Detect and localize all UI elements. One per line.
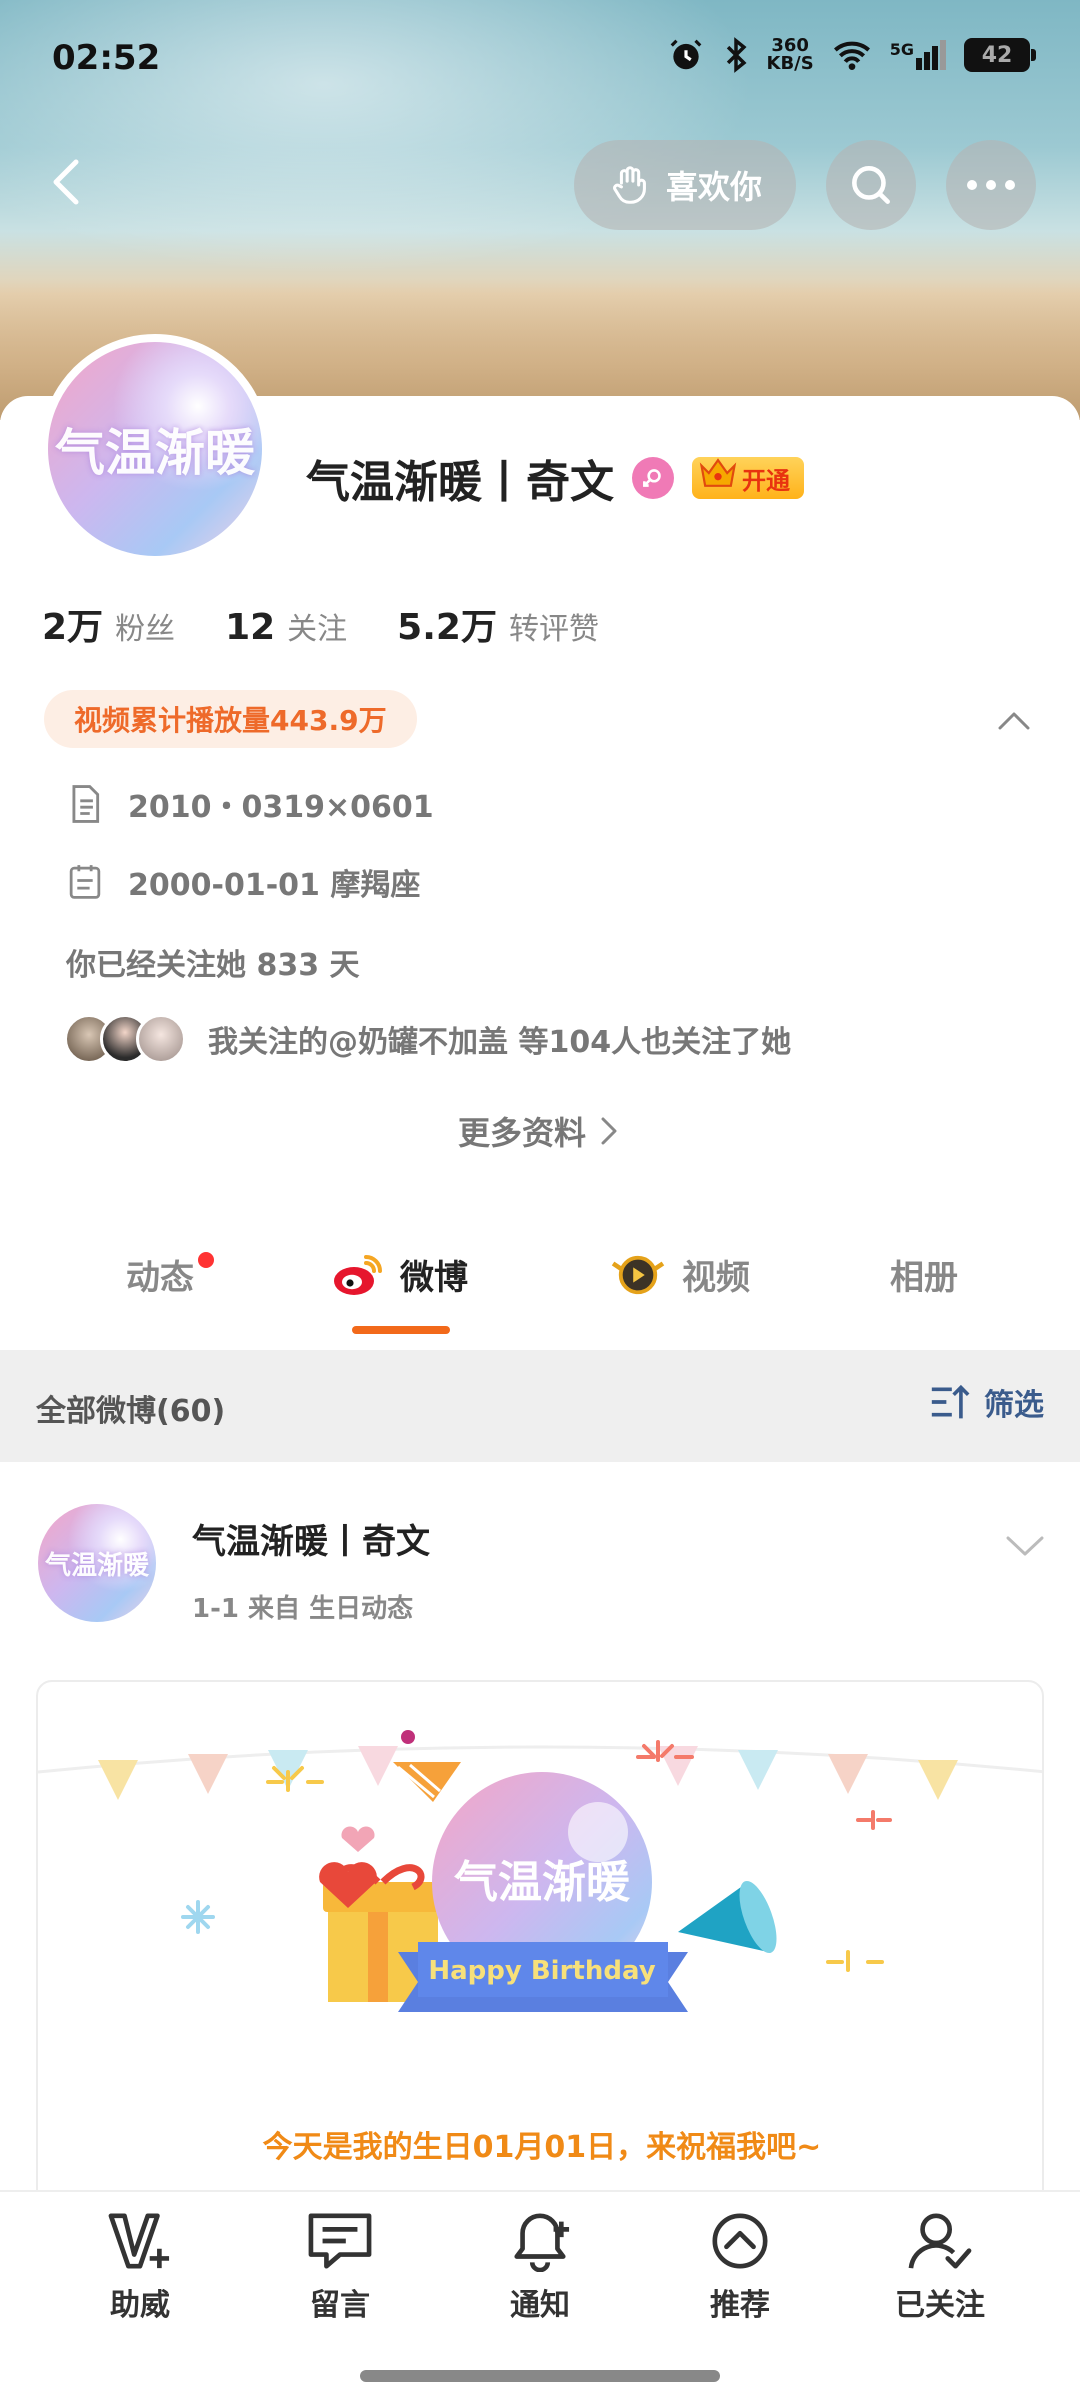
mutual-avatar: [136, 1014, 186, 1064]
mutual-avatars: [64, 1014, 186, 1064]
notify-button[interactable]: 通知: [460, 2210, 620, 2324]
recommend-icon: [712, 2213, 768, 2269]
female-badge-icon: [632, 457, 674, 499]
all-posts-label: 全部微博(60): [36, 1394, 226, 1429]
cheer-icon: [108, 2213, 170, 2269]
chevron-right-icon: [601, 1117, 617, 1145]
cell-signal-icon: 5G: [890, 40, 946, 70]
video-play-count-badge: 视频累计播放量443.9万: [44, 690, 417, 748]
search-icon: [852, 166, 890, 204]
recommend-button[interactable]: 推荐: [660, 2210, 820, 2324]
followed-icon: [908, 2213, 972, 2269]
more-button[interactable]: [946, 140, 1036, 230]
post-avatar[interactable]: 气温渐暖: [38, 1504, 156, 1622]
top-nav: 喜欢你: [0, 140, 1080, 230]
status-icons: 360 KB/S 5G 42: [667, 35, 1036, 74]
like-button[interactable]: 喜欢你: [574, 140, 796, 230]
chevron-down-icon[interactable]: [1002, 1522, 1048, 1568]
active-tab-indicator: [352, 1326, 450, 1334]
stat-followers[interactable]: 2万 粉丝: [42, 598, 175, 650]
post-author-name[interactable]: 气温渐暖丨奇文: [192, 1514, 430, 1563]
status-time: 02:52: [52, 38, 161, 78]
bottom-action-bar: 助威 留言 通知 推荐 已关注: [0, 2190, 1080, 2400]
profile-tabs: 动态 微博 视频 相册: [0, 1220, 1080, 1350]
tab-weibo[interactable]: 微博: [330, 1250, 468, 1299]
follow-days-text: 你已经关注她 833 天: [66, 948, 360, 983]
filter-button[interactable]: 筛选: [928, 1380, 1044, 1424]
calendar-icon: [69, 865, 101, 899]
birthday-card[interactable]: 气温渐暖 Happy Birthday 今天是我的生日01月01日，来祝福我吧~: [36, 1680, 1044, 2240]
like-button-label: 喜欢你: [665, 168, 762, 206]
more-info-link[interactable]: 更多资料: [0, 1108, 1080, 1154]
info-id-row: 2010・0319×0601: [66, 782, 434, 826]
cheer-button[interactable]: 助威: [60, 2210, 220, 2324]
unread-dot: [198, 1252, 214, 1268]
message-icon: [308, 2213, 372, 2269]
birthday-message: 今天是我的生日01月01日，来祝福我吧~: [262, 2130, 822, 2165]
back-icon[interactable]: [36, 152, 96, 212]
profile-name-row: 气温渐暖丨奇文 开通: [306, 446, 804, 510]
bluetooth-icon: [726, 37, 747, 73]
stat-reposts-likes[interactable]: 5.2万 转评赞: [397, 598, 599, 650]
happy-birthday-banner: Happy Birthday: [428, 1956, 655, 1986]
alarm-icon: [670, 39, 701, 70]
message-button[interactable]: 留言: [260, 2210, 420, 2324]
search-button[interactable]: [826, 140, 916, 230]
post-meta: 1-1 来自 生日动态: [192, 1594, 414, 1624]
home-indicator[interactable]: [360, 2370, 720, 2382]
birthday-illustration: 气温渐暖 Happy Birthday: [38, 1730, 1042, 2012]
video-badge-icon: [611, 1255, 665, 1294]
collapse-chevron-icon[interactable]: [994, 700, 1034, 740]
vip-open-button[interactable]: 开通: [692, 457, 804, 499]
mutual-follow-row[interactable]: 我关注的@奶罐不加盖 等104人也关注了她: [64, 1014, 791, 1064]
status-bar: 02:52 360 KB/S 5G 42: [0, 0, 1080, 120]
tab-album[interactable]: 相册: [890, 1250, 958, 1299]
filter-bar: 全部微博(60) 筛选: [0, 1350, 1080, 1462]
stat-following[interactable]: 12 关注: [225, 604, 347, 648]
profile-name: 气温渐暖丨奇文: [306, 457, 614, 508]
profile-stats: 2万 粉丝 12 关注 5.2万 转评赞: [42, 598, 599, 650]
tab-feed[interactable]: 动态: [126, 1250, 194, 1299]
more-icon: [967, 180, 1015, 190]
weibo-post: 气温渐暖 气温渐暖丨奇文 1-1 来自 生日动态 气温渐暖 Happy Birt…: [0, 1462, 1080, 2240]
network-speed: 360 KB/S: [766, 35, 814, 74]
wifi-icon: [833, 41, 870, 70]
profile-avatar[interactable]: 气温渐暖: [40, 334, 270, 564]
tab-video[interactable]: 视频: [608, 1250, 750, 1299]
filter-icon: [931, 1384, 970, 1419]
document-icon: [72, 785, 100, 823]
hand-wave-icon: [613, 166, 646, 204]
battery-icon: 42: [964, 38, 1036, 72]
weibo-logo-icon: [334, 1254, 382, 1295]
followed-button[interactable]: 已关注: [860, 2210, 1020, 2324]
info-birthday-row: 2000-01-01 摩羯座: [66, 860, 420, 904]
illustration-avatar-text: 气温渐暖: [454, 1857, 631, 1908]
crown-icon: [699, 458, 737, 487]
bell-icon: [514, 2213, 570, 2272]
